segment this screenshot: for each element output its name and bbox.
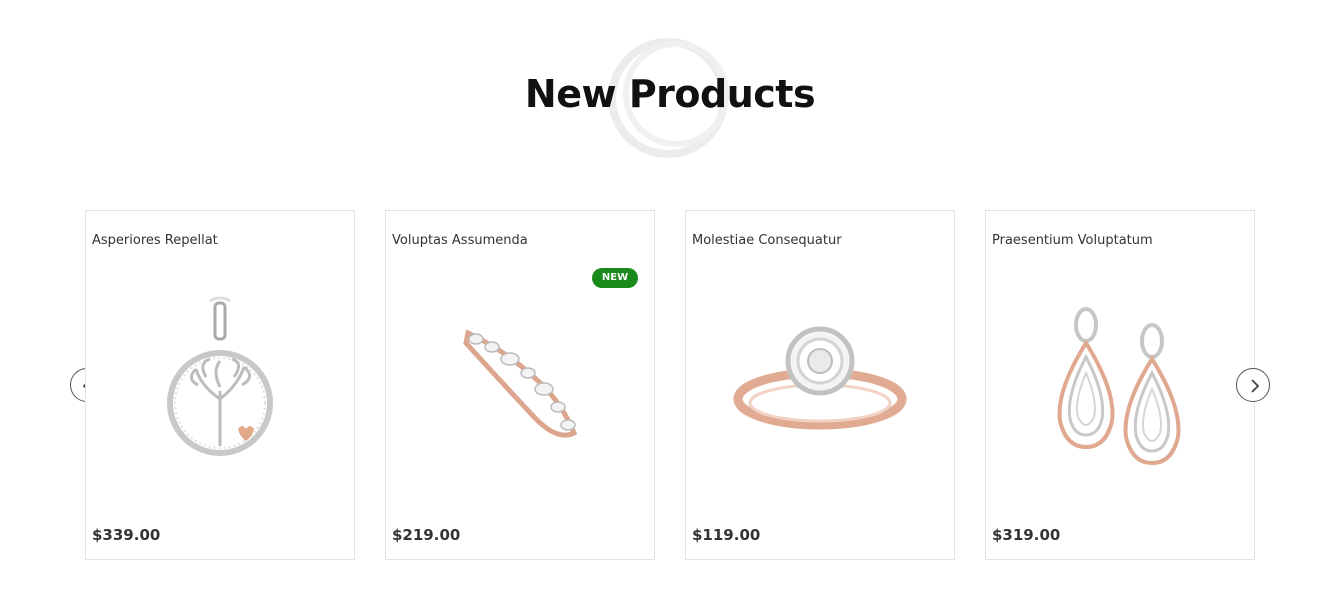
product-name[interactable]: Molestiae Consequatur <box>692 233 842 248</box>
product-card[interactable]: Asperiores Repellat $339.00 <box>85 210 355 560</box>
product-card[interactable]: Molestiae Consequatur $119.00 <box>685 210 955 560</box>
product-card[interactable]: Voluptas Assumenda NEW $219.00 <box>385 210 655 560</box>
product-card[interactable]: Praesentium Voluptatum $319.00 <box>985 210 1255 560</box>
section-title: New Products <box>524 72 816 116</box>
new-products-section: New Products Asperiores Repellat $339.00… <box>0 0 1344 611</box>
product-name[interactable]: Voluptas Assumenda <box>392 233 528 248</box>
product-price: $319.00 <box>992 526 1061 544</box>
product-name[interactable]: Praesentium Voluptatum <box>992 233 1153 248</box>
product-price: $119.00 <box>692 526 761 544</box>
product-price: $219.00 <box>392 526 461 544</box>
section-header: New Products <box>0 30 1344 165</box>
teardrop-earrings-image[interactable] <box>986 281 1254 501</box>
chevron-right-icon <box>1251 379 1260 393</box>
product-price: $339.00 <box>92 526 161 544</box>
tree-of-life-pendant-image[interactable] <box>86 281 354 501</box>
rose-gold-diamond-band-image[interactable] <box>386 281 654 501</box>
carousel-next-button[interactable] <box>1236 368 1270 402</box>
halo-engagement-ring-image[interactable] <box>686 281 954 501</box>
product-name[interactable]: Asperiores Repellat <box>92 233 218 248</box>
